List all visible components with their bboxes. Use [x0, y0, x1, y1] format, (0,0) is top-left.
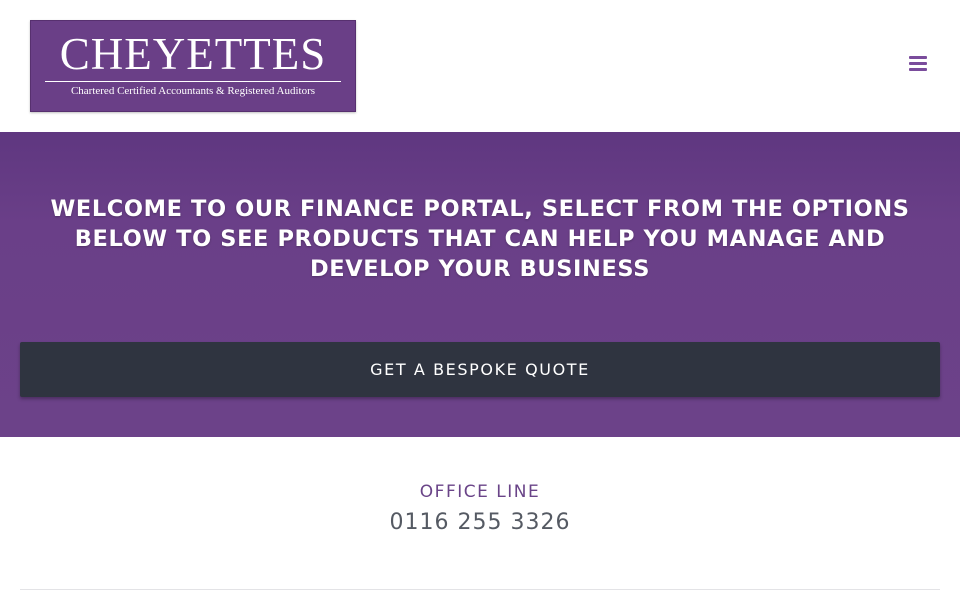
site-header: CHEYETTES Chartered Certified Accountant… [0, 0, 960, 132]
office-phone-number[interactable]: 0116 255 3326 [0, 509, 960, 537]
hamburger-menu-icon[interactable] [906, 54, 930, 74]
menu-bar [909, 68, 927, 71]
menu-bar [909, 56, 927, 59]
logo-divider [45, 81, 341, 82]
get-bespoke-quote-button[interactable]: GET A BESPOKE QUOTE [20, 342, 940, 397]
office-line-label: OFFICE LINE [419, 482, 541, 502]
logo-name: CHEYETTES [59, 29, 327, 79]
cheyettes-logo[interactable]: CHEYETTES Chartered Certified Accountant… [30, 20, 356, 112]
logo-tagline: Chartered Certified Accountants & Regist… [70, 85, 316, 97]
hero-heading: WELCOME TO OUR FINANCE PORTAL, SELECT FR… [50, 196, 910, 282]
hero-banner: WELCOME TO OUR FINANCE PORTAL, SELECT FR… [0, 132, 960, 437]
section-divider [20, 589, 940, 590]
menu-bar [909, 62, 927, 65]
